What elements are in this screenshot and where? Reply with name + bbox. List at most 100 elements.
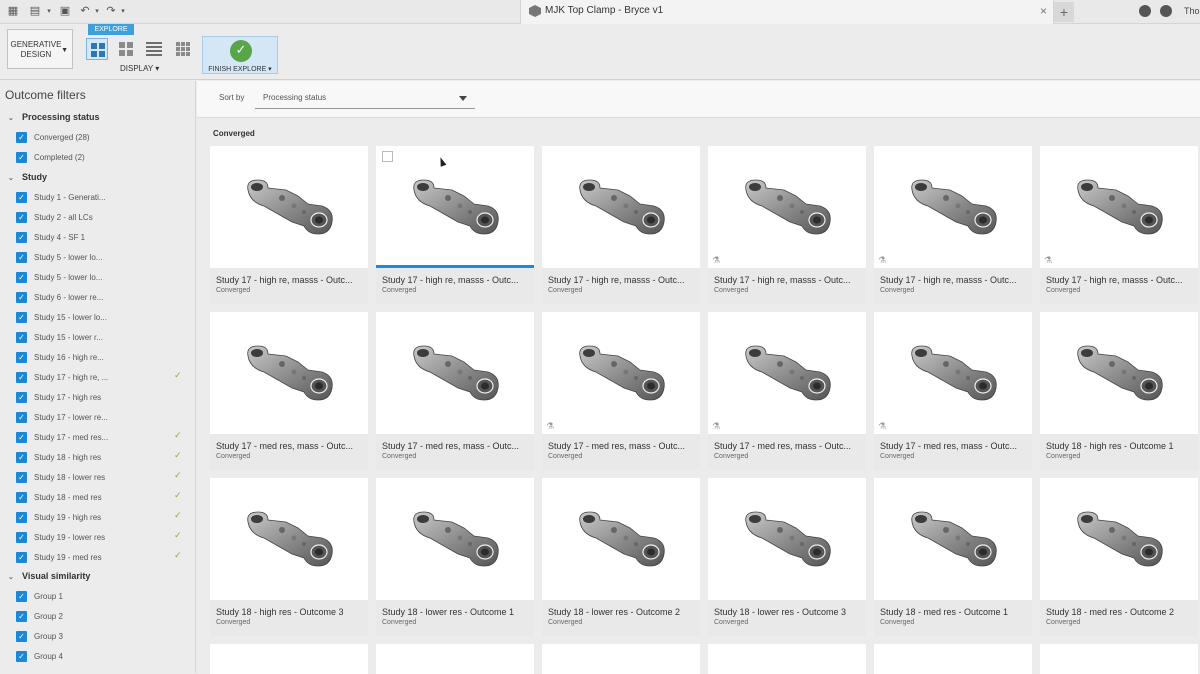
- outcome-card[interactable]: Study 18 - med res - Outcome 1 Converged: [874, 478, 1032, 636]
- outcome-card[interactable]: [376, 644, 534, 674]
- study-filter-row[interactable]: ✓ Study 17 - high re, ... ✓: [16, 371, 186, 385]
- processing-filter-row[interactable]: ✓ Completed (2): [16, 151, 186, 165]
- outcome-card[interactable]: ⚗ Study 17 - high re, masss - Outc... Conv…: [1040, 146, 1198, 304]
- study-filter-row[interactable]: ✓ Study 19 - high res ✓: [16, 511, 186, 525]
- filter-checkbox[interactable]: ✓: [16, 372, 27, 383]
- filter-checkbox[interactable]: ✓: [16, 272, 27, 283]
- outcome-card[interactable]: ⚗ Study 17 - med res, mass - Outc... Conve…: [874, 312, 1032, 470]
- filter-checkbox[interactable]: ✓: [16, 631, 27, 642]
- sort-dropdown[interactable]: Processing status: [255, 87, 475, 109]
- user-name[interactable]: Tho: [1184, 6, 1200, 16]
- outcome-card[interactable]: [708, 644, 866, 674]
- filter-checkbox[interactable]: ✓: [16, 132, 27, 143]
- file-icon[interactable]: ▤: [28, 4, 42, 18]
- display-menu[interactable]: DISPLAY ▾: [120, 64, 159, 73]
- section-study[interactable]: ⌄ Study: [8, 172, 47, 182]
- filter-checkbox[interactable]: ✓: [16, 312, 27, 323]
- visual-filter-row[interactable]: ✓ Group 3: [16, 630, 186, 644]
- study-filter-row[interactable]: ✓ Study 19 - med res ✓: [16, 551, 186, 565]
- app-grid-icon[interactable]: ▦: [6, 4, 20, 18]
- outcome-card[interactable]: Study 17 - med res, mass - Outc... Conver…: [210, 312, 368, 470]
- tab-explore[interactable]: EXPLORE: [88, 24, 134, 35]
- outcome-card[interactable]: ⚗ Study 17 - med res, mass - Outc... Conve…: [708, 312, 866, 470]
- processing-filter-row[interactable]: ✓ Converged (28): [16, 131, 186, 145]
- filter-checkbox[interactable]: ✓: [16, 512, 27, 523]
- redo-dropdown-icon[interactable]: ▾: [116, 4, 130, 18]
- filter-checkbox[interactable]: ✓: [16, 412, 27, 423]
- filter-checkbox[interactable]: ✓: [16, 472, 27, 483]
- outcome-card[interactable]: Study 18 - lower res - Outcome 2 Converge…: [542, 478, 700, 636]
- filter-checkbox[interactable]: ✓: [16, 552, 27, 563]
- thumbnail-view-button[interactable]: [86, 38, 108, 60]
- study-filter-row[interactable]: ✓ Study 18 - lower res ✓: [16, 471, 186, 485]
- study-filter-row[interactable]: ✓ Study 5 - lower lo...: [16, 271, 186, 285]
- filter-checkbox[interactable]: ✓: [16, 332, 27, 343]
- file-dropdown-icon[interactable]: ▾: [42, 4, 56, 18]
- filter-checkbox[interactable]: ✓: [16, 532, 27, 543]
- study-filter-row[interactable]: ✓ Study 17 - high res: [16, 391, 186, 405]
- outcome-card[interactable]: [542, 644, 700, 674]
- outcome-card[interactable]: Study 17 - high re, masss - Outc... Conve…: [376, 146, 534, 304]
- filter-checkbox[interactable]: ✓: [16, 392, 27, 403]
- thumbnail-list-view-button[interactable]: [115, 38, 137, 60]
- finish-explore-button[interactable]: ✓ FINISH EXPLORE ▾: [202, 36, 278, 74]
- study-filter-row[interactable]: ✓ Study 17 - lower re...: [16, 411, 186, 425]
- close-tab-button[interactable]: ×: [1040, 4, 1047, 18]
- visual-filter-row[interactable]: ✓ Group 4: [16, 650, 186, 664]
- outcome-card[interactable]: Study 18 - lower res - Outcome 3 Converge…: [708, 478, 866, 636]
- filter-checkbox[interactable]: ✓: [16, 452, 27, 463]
- visual-filter-row[interactable]: ✓ Group 1: [16, 590, 186, 604]
- study-filter-row[interactable]: ✓ Study 17 - med res... ✓: [16, 431, 186, 445]
- table-view-button[interactable]: [172, 38, 194, 60]
- outcome-card[interactable]: ⚗ Study 17 - med res, mass - Outc... Conve…: [542, 312, 700, 470]
- study-filter-row[interactable]: ✓ Study 1 - Generati...: [16, 191, 186, 205]
- outcome-card[interactable]: ⚗ Study 17 - high re, masss - Outc... Conv…: [874, 146, 1032, 304]
- list-view-button[interactable]: [143, 38, 165, 60]
- workspace-switcher[interactable]: GENERATIVE DESIGN ▼: [7, 29, 73, 69]
- filter-checkbox[interactable]: ✓: [16, 252, 27, 263]
- filter-checkbox[interactable]: ✓: [16, 591, 27, 602]
- filter-checkbox[interactable]: ✓: [16, 232, 27, 243]
- study-filter-row[interactable]: ✓ Study 18 - med res ✓: [16, 491, 186, 505]
- visual-filter-row[interactable]: ✓ Group 2: [16, 610, 186, 624]
- filter-checkbox[interactable]: ✓: [16, 611, 27, 622]
- outcome-card[interactable]: [874, 644, 1032, 674]
- section-visual-similarity[interactable]: ⌄ Visual similarity: [8, 571, 90, 581]
- study-filter-row[interactable]: ✓ Study 15 - lower r...: [16, 331, 186, 345]
- filter-checkbox[interactable]: ✓: [16, 492, 27, 503]
- filter-checkbox[interactable]: ✓: [16, 432, 27, 443]
- job-status-icon[interactable]: [1139, 5, 1151, 17]
- outcome-card[interactable]: Study 17 - med res, mass - Outc... Conver…: [376, 312, 534, 470]
- clock-icon[interactable]: [1160, 5, 1172, 17]
- section-processing-status[interactable]: ⌄ Processing status: [8, 112, 100, 122]
- study-filter-row[interactable]: ✓ Study 15 - lower lo...: [16, 311, 186, 325]
- outcome-card[interactable]: [1040, 644, 1198, 674]
- undo-dropdown-icon[interactable]: ▾: [90, 4, 104, 18]
- filter-checkbox[interactable]: ✓: [16, 192, 27, 203]
- outcome-card[interactable]: Study 18 - lower res - Outcome 1 Converge…: [376, 478, 534, 636]
- study-filter-row[interactable]: ✓ Study 2 - all LCs: [16, 211, 186, 225]
- outcome-card[interactable]: Study 17 - high re, masss - Outc... Conve…: [210, 146, 368, 304]
- study-filter-row[interactable]: ✓ Study 18 - high res ✓: [16, 451, 186, 465]
- filter-checkbox[interactable]: ✓: [16, 212, 27, 223]
- study-filter-row[interactable]: ✓ Study 19 - lower res ✓: [16, 531, 186, 545]
- outcome-status: Converged: [880, 619, 915, 626]
- select-checkbox[interactable]: [382, 151, 393, 162]
- study-filter-row[interactable]: ✓ Study 4 - SF 1: [16, 231, 186, 245]
- save-icon[interactable]: ▣: [58, 4, 72, 18]
- study-filter-row[interactable]: ✓ Study 5 - lower lo...: [16, 251, 186, 265]
- outcome-card[interactable]: ⚗ Study 17 - high re, masss - Outc... Conv…: [708, 146, 866, 304]
- outcome-card[interactable]: [210, 644, 368, 674]
- new-tab-button[interactable]: +: [1054, 2, 1074, 22]
- study-filter-row[interactable]: ✓ Study 16 - high re...: [16, 351, 186, 365]
- outcome-card[interactable]: Study 18 - med res - Outcome 2 Converged: [1040, 478, 1198, 636]
- document-tab[interactable]: MJK Top Clamp - Bryce v1 ×: [520, 0, 1054, 24]
- filter-checkbox[interactable]: ✓: [16, 352, 27, 363]
- filter-checkbox[interactable]: ✓: [16, 292, 27, 303]
- outcome-card[interactable]: Study 18 - high res - Outcome 3 Converged: [210, 478, 368, 636]
- outcome-card[interactable]: Study 18 - high res - Outcome 1 Converged: [1040, 312, 1198, 470]
- study-filter-row[interactable]: ✓ Study 6 - lower re...: [16, 291, 186, 305]
- filter-checkbox[interactable]: ✓: [16, 651, 27, 662]
- outcome-card[interactable]: Study 17 - high re, masss - Outc... Conve…: [542, 146, 700, 304]
- filter-checkbox[interactable]: ✓: [16, 152, 27, 163]
